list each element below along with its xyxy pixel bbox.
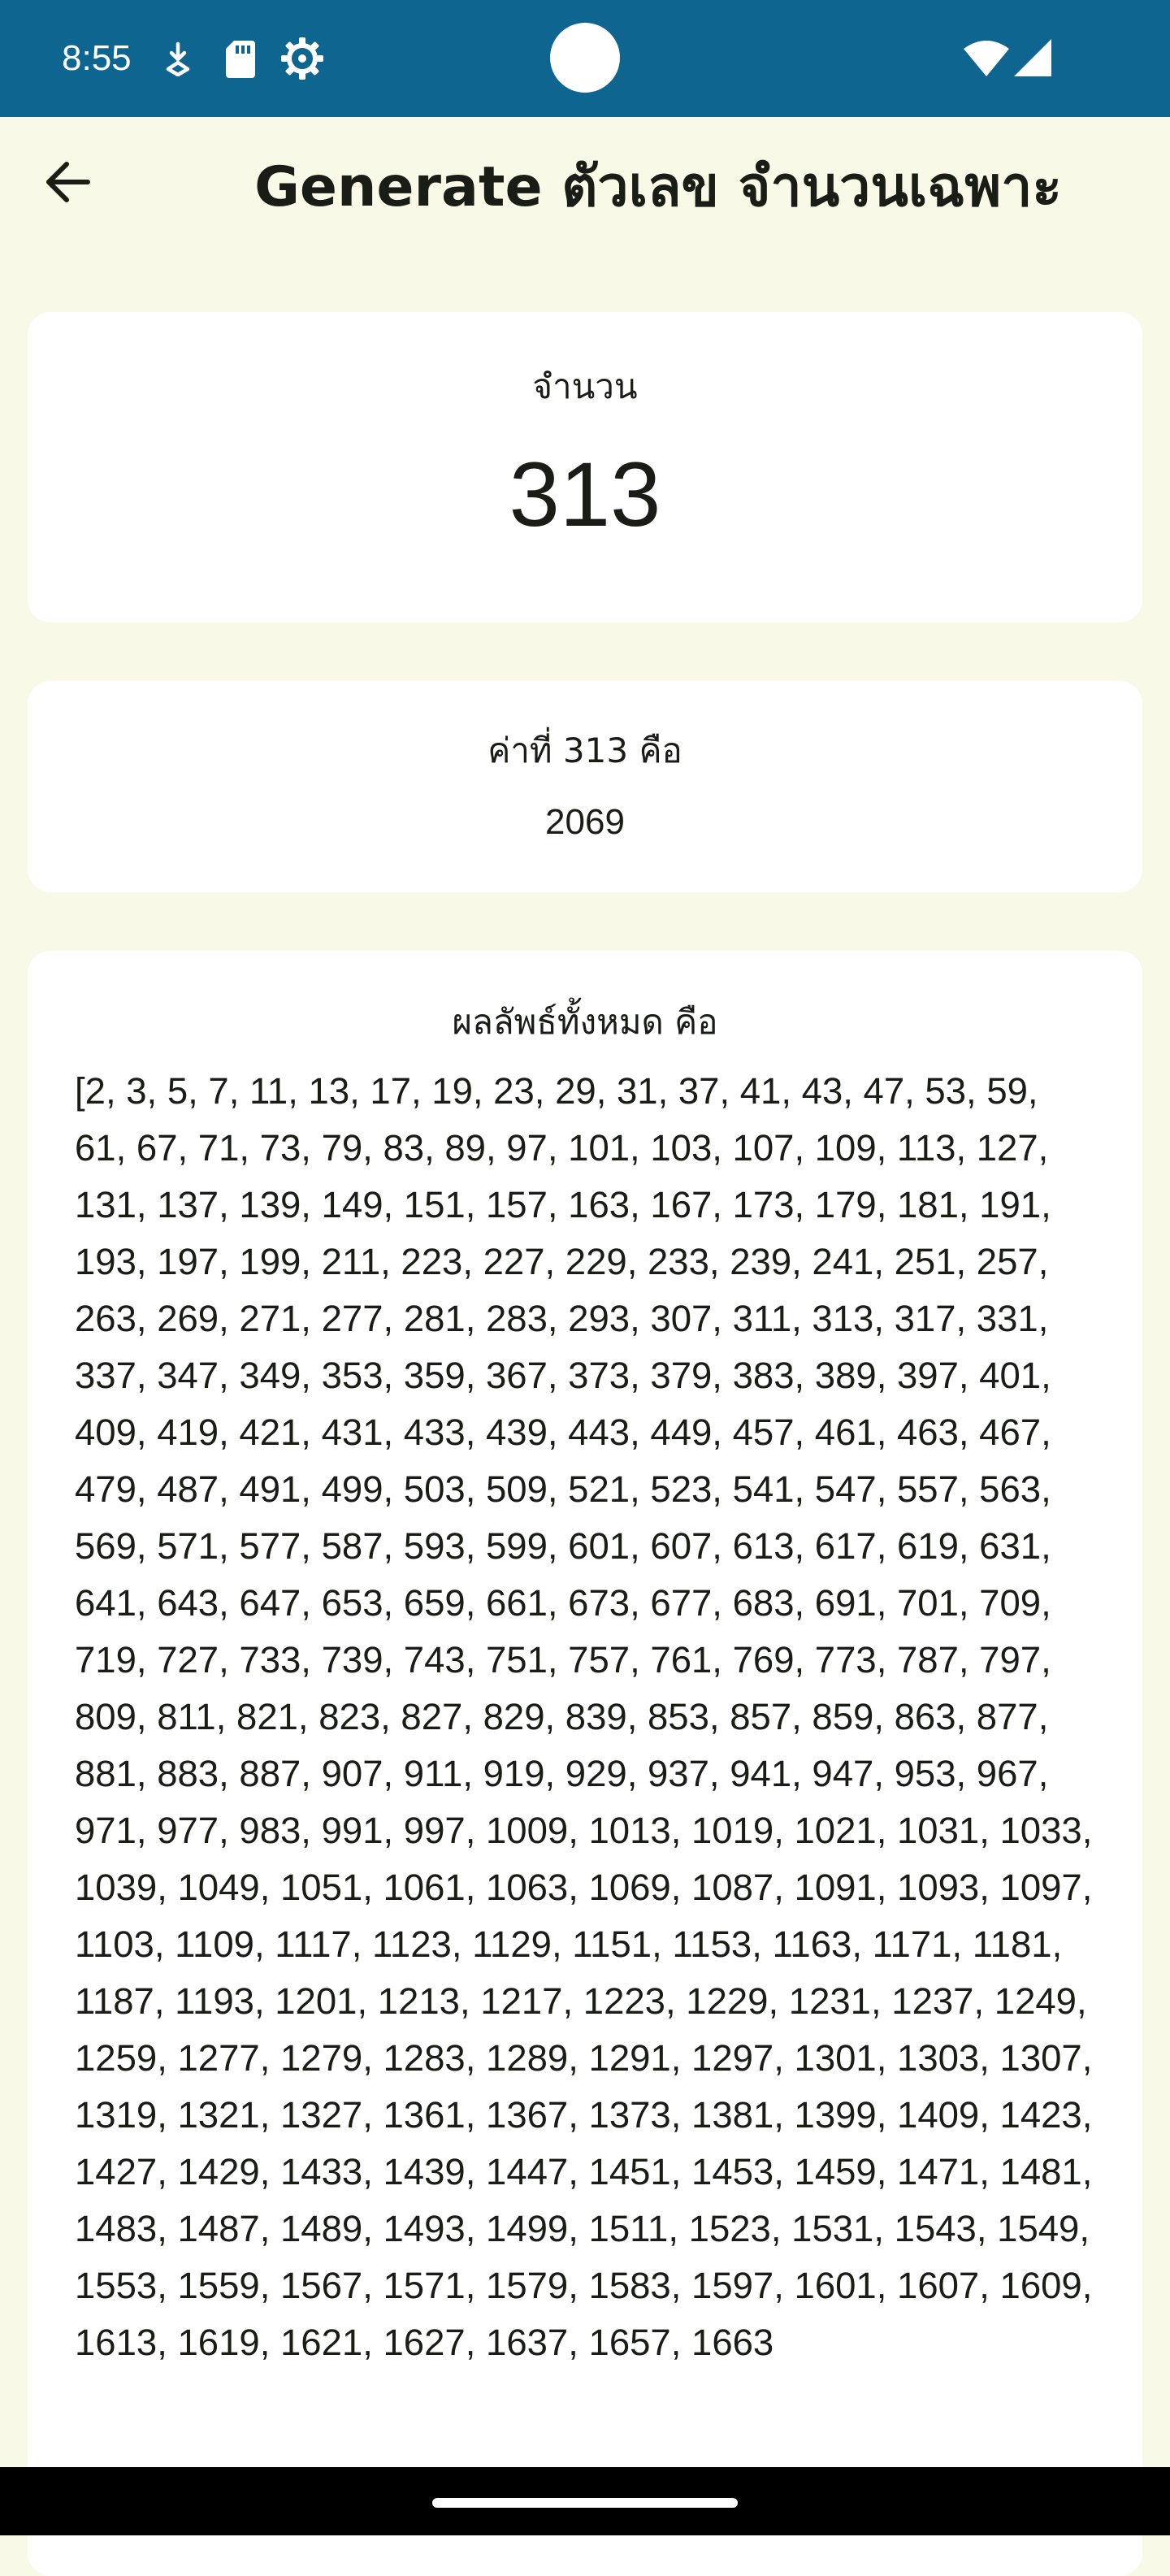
wifi-icon xyxy=(964,41,1009,76)
count-value: 313 xyxy=(509,444,661,545)
count-label: จำนวน xyxy=(532,366,638,406)
gesture-handle-icon[interactable] xyxy=(432,2498,738,2508)
camera-cutout xyxy=(550,23,620,93)
top-app-bar: Generate ตัวเลข จำนวนเฉพาะ xyxy=(0,117,1170,254)
nth-value: 2069 xyxy=(545,802,625,842)
download-badge-icon xyxy=(166,41,190,76)
page-title: Generate ตัวเลข จำนวนเฉพาะ xyxy=(254,155,1062,219)
settings-gear-icon xyxy=(281,37,323,80)
back-button[interactable] xyxy=(36,150,101,215)
nth-value-label: ค่าที่ 313 คือ xyxy=(488,731,682,770)
count-card: จำนวน 313 xyxy=(28,312,1142,622)
all-results-label: ผลลัพธ์ทั้งหมด คือ xyxy=(452,1002,718,1042)
status-bar: 8:55 xyxy=(0,0,1170,117)
cell-signal-icon xyxy=(1014,39,1051,76)
status-time: 8:55 xyxy=(62,38,132,78)
nth-value-card: ค่าที่ 313 คือ 2069 xyxy=(28,681,1142,892)
sd-card-icon xyxy=(226,41,255,78)
arrow-back-icon xyxy=(46,162,90,202)
navigation-bar xyxy=(0,2467,1170,2535)
all-results-card: ผลลัพธ์ทั้งหมด คือ [2, 3, 5, 7, 11, 13, … xyxy=(28,951,1142,2576)
all-results-text: [2, 3, 5, 7, 11, 13, 17, 19, 23, 29, 31,… xyxy=(75,1070,1093,2363)
